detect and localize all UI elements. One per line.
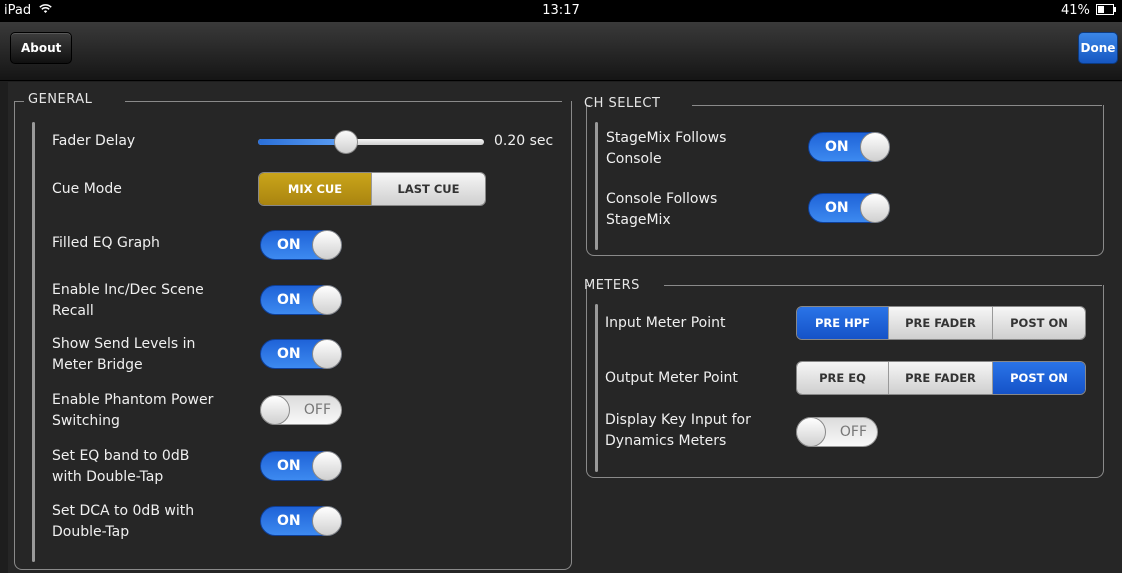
input-meter-option-pre-fader[interactable]: PRE FADER (889, 307, 993, 339)
cue-mode-option-mix-cue[interactable]: MIX CUE (259, 173, 372, 205)
meters-scrollbar[interactable] (595, 304, 598, 472)
phantom-label-line2: Switching (52, 413, 120, 429)
general-scrollbar[interactable] (32, 122, 35, 562)
toggle-knob (260, 395, 290, 425)
meters-title: METERS (584, 278, 640, 293)
toggle-knob (312, 285, 342, 315)
follows-console-toggle-state: ON (825, 139, 849, 155)
toggle-knob (312, 230, 342, 260)
toggle-knob (312, 339, 342, 369)
ch-select-scrollbar[interactable] (595, 122, 598, 250)
toggle-knob (312, 506, 342, 536)
console-follows-label: Console Follows StageMix (606, 189, 717, 231)
input-meter-option-post-on[interactable]: POST ON (993, 307, 1085, 339)
battery-status: 41% (1060, 3, 1116, 18)
eq-band-label-line1: Set EQ band to 0dB (52, 448, 190, 464)
done-button[interactable]: Done (1078, 32, 1118, 64)
phantom-label: Enable Phantom Power Switching (52, 390, 213, 432)
key-input-label-line2: Dynamics Meters (605, 433, 727, 449)
filled-eq-toggle[interactable]: ON (260, 230, 342, 260)
output-meter-option-post-on[interactable]: POST ON (993, 362, 1085, 394)
send-levels-toggle[interactable]: ON (260, 339, 342, 369)
battery-percent: 41% (1060, 3, 1090, 18)
console-follows-toggle-state: ON (825, 200, 849, 216)
eq-band-label-line2: with Double-Tap (52, 469, 164, 485)
inc-dec-toggle-state: ON (277, 292, 301, 308)
cue-mode-option-last-cue[interactable]: LAST CUE (372, 173, 485, 205)
input-meter-segment: PRE HPF PRE FADER POST ON (796, 306, 1086, 340)
fader-delay-label: Fader Delay (52, 133, 136, 149)
key-input-toggle-state: OFF (839, 424, 867, 440)
cue-mode-segment: MIX CUE LAST CUE (258, 172, 486, 206)
phantom-label-line1: Enable Phantom Power (52, 392, 214, 408)
key-input-label-line1: Display Key Input for (605, 412, 751, 428)
eq-band-label: Set EQ band to 0dB with Double-Tap (52, 446, 189, 488)
console-follows-toggle[interactable]: ON (808, 193, 890, 223)
output-meter-label: Output Meter Point (605, 370, 738, 386)
dca-label-line2: Double-Tap (52, 524, 130, 540)
clock: 13:17 (542, 3, 580, 18)
toggle-knob (312, 451, 342, 481)
follows-console-label-line1: StageMix Follows (606, 130, 727, 146)
ch-select-title: CH SELECT (584, 96, 661, 111)
console-follows-label-line1: Console Follows (606, 191, 718, 207)
dca-toggle[interactable]: ON (260, 506, 342, 536)
general-title: GENERAL (28, 92, 93, 107)
key-input-label: Display Key Input for Dynamics Meters (605, 410, 751, 452)
about-button[interactable]: About (10, 32, 73, 64)
battery-icon (1096, 4, 1116, 15)
output-meter-option-pre-eq[interactable]: PRE EQ (797, 362, 889, 394)
dca-toggle-state: ON (277, 513, 301, 529)
phantom-toggle[interactable]: OFF (260, 395, 342, 425)
phantom-toggle-state: OFF (303, 402, 331, 418)
toggle-knob (796, 417, 826, 447)
eq-band-toggle[interactable]: ON (260, 451, 342, 481)
send-levels-label-line1: Show Send Levels in (52, 336, 196, 352)
settings-content: GENERAL Fader Delay 0.20 sec Cue Mode MI… (8, 82, 1122, 573)
key-input-toggle[interactable]: OFF (796, 417, 878, 447)
console-follows-label-line2: StageMix (606, 212, 671, 228)
fader-delay-value: 0.20 sec (494, 133, 554, 149)
filled-eq-toggle-state: ON (277, 237, 301, 253)
filled-eq-label: Filled EQ Graph (52, 235, 160, 251)
send-levels-label-line2: Meter Bridge (52, 357, 143, 373)
output-meter-option-pre-fader[interactable]: PRE FADER (889, 362, 993, 394)
follows-console-label-line2: Console (606, 151, 662, 167)
input-meter-label: Input Meter Point (605, 315, 726, 331)
navigation-bar: About Done (0, 22, 1122, 81)
toggle-knob (860, 193, 890, 223)
cue-mode-label: Cue Mode (52, 181, 122, 197)
inc-dec-label-line1: Enable Inc/Dec Scene (52, 282, 204, 298)
inc-dec-label: Enable Inc/Dec Scene Recall (52, 280, 204, 322)
dca-label-line1: Set DCA to 0dB with (52, 503, 195, 519)
dca-label: Set DCA to 0dB with Double-Tap (52, 501, 194, 543)
inc-dec-toggle[interactable]: ON (260, 285, 342, 315)
input-meter-option-pre-hpf[interactable]: PRE HPF (797, 307, 889, 339)
inc-dec-label-line2: Recall (52, 303, 94, 319)
send-levels-toggle-state: ON (277, 346, 301, 362)
toggle-knob (860, 132, 890, 162)
output-meter-segment: PRE EQ PRE FADER POST ON (796, 361, 1086, 395)
send-levels-label: Show Send Levels in Meter Bridge (52, 334, 195, 376)
follows-console-label: StageMix Follows Console (606, 128, 726, 170)
fader-delay-slider-fill (258, 139, 347, 145)
follows-console-toggle[interactable]: ON (808, 132, 890, 162)
fader-delay-slider-thumb[interactable] (334, 130, 359, 154)
status-bar: iPad 13:17 41% (0, 0, 1122, 22)
eq-band-toggle-state: ON (277, 458, 301, 474)
